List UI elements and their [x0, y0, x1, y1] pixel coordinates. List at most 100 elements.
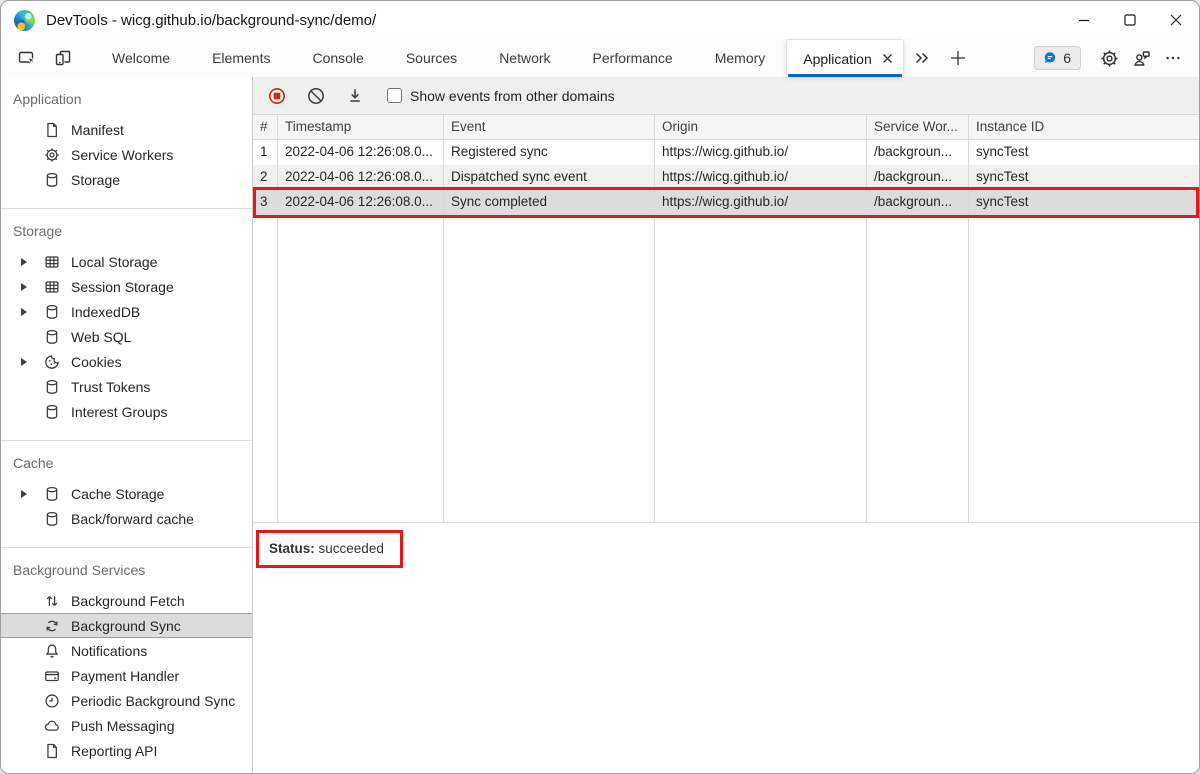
minimize-button[interactable] [1061, 1, 1107, 39]
events-table-empty-area [253, 215, 1199, 523]
cell-origin: https://wicg.github.io/ [655, 190, 867, 215]
tab-network[interactable]: Network [478, 39, 571, 77]
expand-arrow-icon[interactable] [21, 283, 43, 291]
cell-service-worker: /backgroun... [867, 165, 969, 190]
cell-event: Registered sync [444, 140, 655, 165]
sidebar-item-web-sql[interactable]: Web SQL [1, 324, 252, 349]
column-header-service-worker[interactable]: Service Wor... [867, 115, 969, 139]
sidebar-item-indexeddb[interactable]: IndexedDB [1, 299, 252, 324]
sidebar-item-cookies[interactable]: Cookies [1, 349, 252, 374]
cell-timestamp: 2022-04-06 12:26:08.0... [278, 190, 444, 215]
tab-memory[interactable]: Memory [694, 39, 787, 77]
inspect-icon [17, 48, 37, 68]
tab-sources[interactable]: Sources [385, 39, 478, 77]
sidebar-item-back-forward-cache[interactable]: Back/forward cache [1, 506, 252, 531]
sidebar-item-label: IndexedDB [71, 304, 140, 320]
empty-column [655, 215, 867, 522]
inspect-element-button[interactable] [9, 39, 45, 77]
block-icon [306, 86, 326, 106]
section-cache: Cache Cache Storage Back/forward cache [1, 441, 252, 548]
table-icon [43, 253, 71, 271]
sidebar-item-periodic-background-sync[interactable]: Periodic Background Sync [1, 688, 252, 713]
sidebar-item-background-fetch[interactable]: Background Fetch [1, 588, 252, 613]
close-button[interactable] [1153, 1, 1199, 39]
expand-arrow-icon[interactable] [21, 490, 43, 498]
tab-elements[interactable]: Elements [191, 39, 291, 77]
sidebar-item-label: Reporting API [71, 743, 157, 759]
column-header-origin[interactable]: Origin [655, 115, 867, 139]
column-header-instance-id[interactable]: Instance ID [969, 115, 1199, 139]
database-icon [43, 303, 71, 321]
sidebar-item-trust-tokens[interactable]: Trust Tokens [1, 374, 252, 399]
maximize-button[interactable] [1107, 1, 1153, 39]
sidebar-item-notifications[interactable]: Notifications [1, 638, 252, 663]
sidebar-item-manifest[interactable]: Manifest [1, 117, 252, 142]
more-tabs-button[interactable] [904, 39, 940, 77]
expand-arrow-icon[interactable] [21, 358, 43, 366]
cell-number: 3 [253, 190, 278, 215]
maximize-icon [1124, 14, 1136, 26]
tab-performance[interactable]: Performance [572, 39, 694, 77]
save-events-button[interactable] [339, 81, 371, 111]
sidebar-item-local-storage[interactable]: Local Storage [1, 249, 252, 274]
sidebar-item-payment-handler[interactable]: Payment Handler [1, 663, 252, 688]
settings-button[interactable] [1093, 48, 1125, 69]
plus-icon [949, 49, 967, 67]
sidebar-item-label: Storage [71, 172, 120, 188]
cookie-icon [43, 353, 71, 371]
cell-instance-id: syncTest [969, 165, 1199, 190]
sidebar-item-label: Interest Groups [71, 404, 168, 420]
devtools-logo-icon [14, 10, 35, 31]
tab-welcome[interactable]: Welcome [91, 39, 191, 77]
show-events-checkbox[interactable] [387, 88, 402, 103]
tab-strip-right-controls: 6 [1034, 39, 1199, 77]
feedback-count: 6 [1063, 50, 1071, 66]
application-panel: Application Manifest Service Workers [1, 77, 1199, 773]
expand-arrow-icon[interactable] [21, 258, 43, 266]
tab-close-button[interactable] [882, 53, 893, 64]
sidebar-item-service-workers[interactable]: Service Workers [1, 142, 252, 167]
minimize-icon [1078, 14, 1090, 26]
cell-event: Sync completed [444, 190, 655, 215]
sidebar-item-label: Notifications [71, 643, 147, 659]
table-row-selected[interactable]: 3 2022-04-06 12:26:08.0... Sync complete… [253, 190, 1199, 215]
sidebar-item-cache-storage[interactable]: Cache Storage [1, 481, 252, 506]
sidebar-item-label: Back/forward cache [71, 511, 194, 527]
sidebar-item-session-storage[interactable]: Session Storage [1, 274, 252, 299]
table-row[interactable]: 2 2022-04-06 12:26:08.0... Dispatched sy… [253, 165, 1199, 190]
sidebar-item-interest-groups[interactable]: Interest Groups [1, 399, 252, 424]
column-header-event[interactable]: Event [444, 115, 655, 139]
feedback-count-badge[interactable]: 6 [1034, 46, 1081, 70]
expand-arrow-icon[interactable] [21, 308, 43, 316]
tab-console[interactable]: Console [291, 39, 384, 77]
add-tools-button[interactable] [940, 39, 976, 77]
empty-column [969, 215, 1199, 522]
send-feedback-button[interactable] [1125, 48, 1157, 69]
tab-label: Application [803, 51, 872, 67]
sidebar-item-label: Cookies [71, 354, 122, 370]
device-emulation-icon [53, 48, 73, 68]
card-icon [43, 667, 71, 685]
record-button[interactable] [261, 81, 293, 111]
cell-timestamp: 2022-04-06 12:26:08.0... [278, 140, 444, 165]
sidebar-item-reporting-api[interactable]: Reporting API [1, 738, 252, 763]
sidebar-item-push-messaging[interactable]: Push Messaging [1, 713, 252, 738]
tab-application[interactable]: Application [786, 39, 904, 77]
sidebar-item-background-sync[interactable]: Background Sync [1, 613, 252, 638]
cell-service-worker: /backgroun... [867, 140, 969, 165]
clear-button[interactable] [300, 81, 332, 111]
section-title: Cache [1, 453, 252, 481]
table-row[interactable]: 1 2022-04-06 12:26:08.0... Registered sy… [253, 140, 1199, 165]
sidebar-item-label: Push Messaging [71, 718, 175, 734]
section-background-services: Background Services Background Fetch Bac… [1, 548, 252, 773]
device-emulation-button[interactable] [45, 39, 81, 77]
bell-icon [43, 642, 71, 660]
column-header-number[interactable]: # [253, 115, 278, 139]
column-header-timestamp[interactable]: Timestamp [278, 115, 444, 139]
up-down-arrows-icon [43, 592, 71, 610]
sidebar-item-storage[interactable]: Storage [1, 167, 252, 192]
empty-column [278, 215, 444, 522]
more-options-button[interactable] [1157, 49, 1189, 67]
sidebar-item-label: Periodic Background Sync [71, 693, 235, 709]
section-title: Background Services [1, 560, 252, 588]
